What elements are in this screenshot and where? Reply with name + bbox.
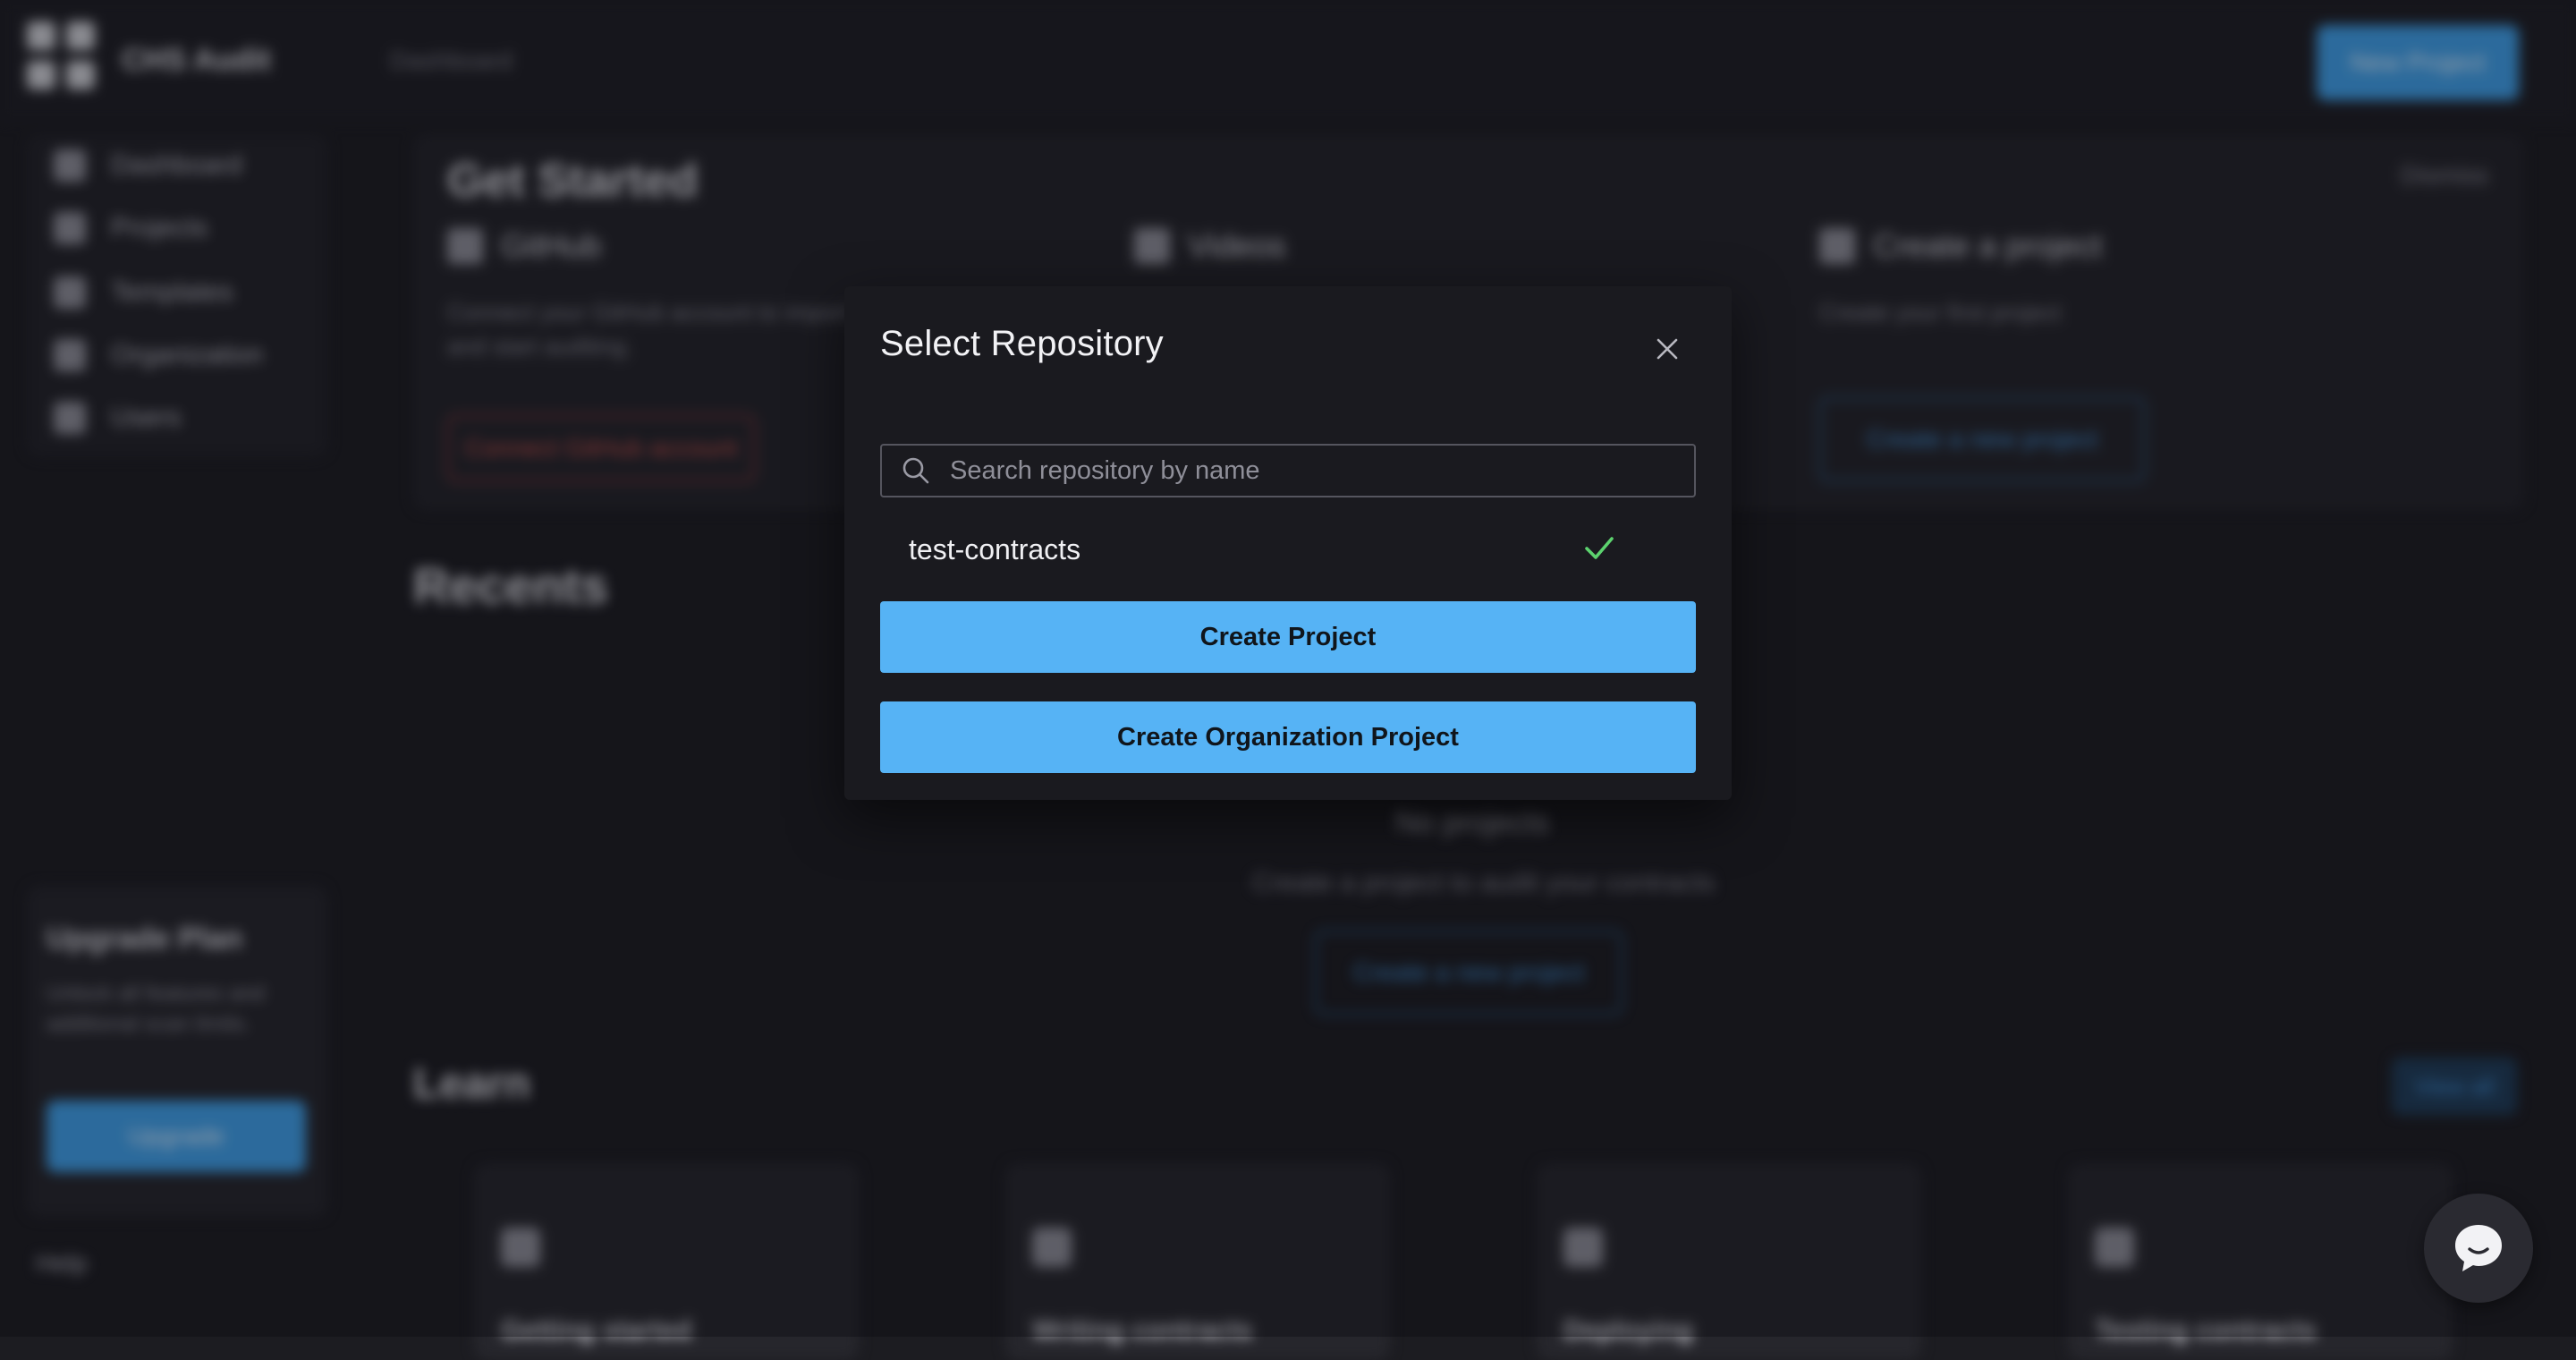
close-icon[interactable]	[1649, 331, 1685, 367]
repository-item[interactable]: test-contracts	[880, 521, 1696, 578]
dialog-title: Select Repository	[880, 324, 1164, 363]
chat-bubble-icon	[2455, 1225, 2502, 1271]
search-input[interactable]	[948, 455, 1694, 487]
search-icon	[900, 455, 932, 487]
chat-launcher-button[interactable]	[2424, 1194, 2533, 1303]
select-repository-dialog: Select Repository test-contracts Create …	[844, 286, 1732, 800]
search-field[interactable]	[880, 444, 1696, 497]
repository-name: test-contracts	[909, 533, 1081, 565]
check-icon	[1580, 528, 1619, 567]
create-organization-project-button[interactable]: Create Organization Project	[880, 701, 1696, 773]
create-project-button[interactable]: Create Project	[880, 601, 1696, 673]
